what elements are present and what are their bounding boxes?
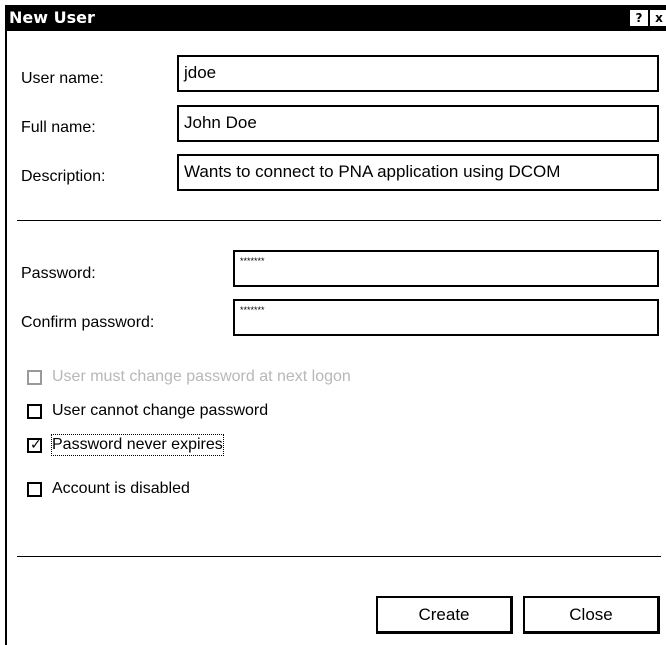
confirm-password-field[interactable]: ******* [233,299,659,336]
checkbox[interactable] [27,370,42,385]
close-button-label: Close [569,605,613,624]
option-label: User must change password at next logon [52,368,351,385]
username-field[interactable]: jdoe [177,55,659,92]
description-field[interactable]: Wants to connect to PNA application usin… [177,154,659,191]
close-button[interactable]: Close [523,596,660,634]
help-button[interactable]: ? [630,10,648,26]
separator [17,556,661,557]
confirm-password-label: Confirm password: [21,314,155,331]
close-icon: x [655,11,663,25]
checkbox[interactable] [27,404,42,419]
new-user-dialog: New User ? x User name: jdoe Full name: … [5,5,666,645]
create-button[interactable]: Create [376,596,513,634]
description-label: Description: [21,168,106,185]
fullname-field[interactable]: John Doe [177,105,659,142]
title-close-button[interactable]: x [650,10,666,26]
option-label: Password never expires [51,434,224,456]
username-label: User name: [21,70,104,87]
help-icon: ? [635,11,643,25]
fullname-label: Full name: [21,119,96,136]
create-button-label: Create [418,605,470,624]
checkbox[interactable]: ✓ [27,437,42,453]
password-label: Password: [21,265,96,282]
checkbox[interactable] [27,482,42,497]
password-field[interactable]: ******* [233,250,659,287]
option-label: User cannot change password [52,402,269,419]
option-label: Account is disabled [52,480,190,497]
title-bar: New User ? x [7,6,666,31]
checkmark-icon: ✓ [30,437,42,453]
dialog-title: New User [9,8,95,27]
separator [17,220,661,221]
